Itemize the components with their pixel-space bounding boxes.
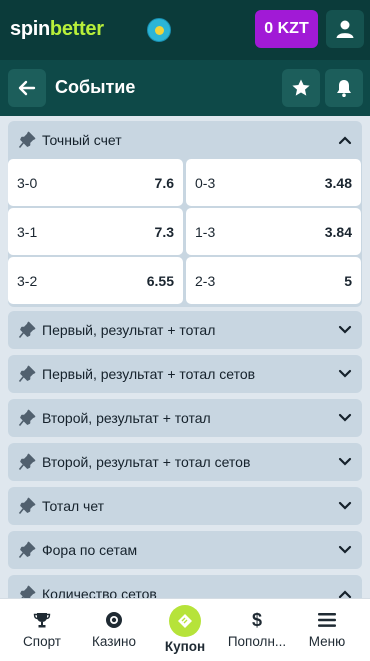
odd-label: 0-3	[195, 174, 216, 191]
chevron-down-icon	[338, 369, 352, 378]
market-collapsed[interactable]: Первый, результат + тотал	[8, 311, 362, 349]
pin-icon[interactable]	[18, 409, 36, 427]
market-collapsed[interactable]: Первый, результат + тотал сетов	[8, 355, 362, 393]
pin-icon[interactable]	[18, 453, 36, 471]
market-title: Количество сетов	[42, 586, 157, 598]
nav-coupon[interactable]: Купон	[160, 599, 210, 661]
nav-label: Спорт	[23, 634, 61, 649]
market-collapsed[interactable]: Тотал чет	[8, 487, 362, 525]
chevron-down-icon	[338, 457, 352, 466]
market-collapsed[interactable]: Второй, результат + тотал	[8, 399, 362, 437]
chevron-up-icon	[338, 590, 352, 598]
nav-deposit[interactable]: $ Пополн...	[218, 599, 296, 661]
back-button[interactable]	[8, 69, 46, 107]
coupon-badge	[169, 605, 201, 637]
pin-icon[interactable]	[18, 131, 36, 149]
odd-label: 3-1	[17, 223, 38, 240]
kazakhstan-flag-icon[interactable]	[147, 18, 171, 42]
pin-icon[interactable]	[18, 585, 36, 598]
nav-casino[interactable]: Казино	[84, 599, 144, 661]
pin-icon[interactable]	[18, 321, 36, 339]
market-title: Второй, результат + тотал	[42, 410, 211, 426]
nav-label: Пополн...	[227, 634, 287, 649]
ticket-icon	[178, 614, 192, 628]
nav-label: Меню	[308, 634, 346, 649]
odd-label: 3-2	[17, 272, 38, 289]
market-title: Точный счет	[42, 132, 122, 148]
market-collapsed[interactable]: Фора по сетам	[8, 531, 362, 569]
market-title: Второй, результат + тотал сетов	[42, 454, 251, 470]
chevron-down-icon	[338, 545, 352, 554]
chevron-up-icon[interactable]	[338, 135, 352, 145]
nav-menu[interactable]: Меню	[302, 599, 352, 661]
chevron-down-icon	[338, 413, 352, 422]
casino-chip-icon	[106, 612, 122, 628]
markets-list[interactable]: Точный счет 3-0 7.6 0-3 3.48 3-1 7.3 1-3…	[0, 116, 370, 598]
favorite-button[interactable]	[282, 69, 320, 107]
trophy-icon	[33, 613, 51, 628]
user-icon	[336, 20, 354, 38]
odd-value: 7.6	[154, 174, 174, 191]
odd-button[interactable]: 0-3 3.48	[186, 159, 361, 206]
market-header[interactable]: Точный счет	[8, 121, 362, 159]
logo-spin-text: spin	[10, 18, 50, 40]
odd-button[interactable]: 1-3 3.84	[186, 208, 361, 255]
bell-icon	[337, 80, 351, 97]
odd-value: 7.3	[154, 223, 174, 240]
odd-value: 3.84	[324, 223, 352, 240]
odd-button[interactable]: 3-2 6.55	[8, 257, 183, 304]
logo-better-text: better	[49, 18, 104, 40]
odd-label: 1-3	[195, 223, 216, 240]
star-icon	[292, 79, 310, 96]
market-title: Фора по сетам	[42, 542, 138, 558]
odd-button[interactable]: 3-1 7.3	[8, 208, 183, 255]
notifications-button[interactable]	[325, 69, 363, 107]
user-button[interactable]	[326, 10, 364, 48]
page-title: Событие	[55, 77, 136, 97]
pin-icon[interactable]	[18, 541, 36, 559]
nav-sport[interactable]: Спорт	[14, 599, 70, 661]
odd-button[interactable]: 3-0 7.6	[8, 159, 183, 206]
odd-label: 2-3	[195, 272, 216, 289]
odd-value: 6.55	[146, 272, 174, 289]
market-title: Первый, результат + тотал	[42, 322, 216, 338]
market-title: Первый, результат + тотал сетов	[42, 366, 256, 382]
odd-value: 3.48	[324, 174, 352, 191]
menu-icon	[318, 613, 336, 627]
chevron-down-icon	[338, 325, 352, 334]
dollar-icon: $	[251, 610, 262, 630]
chevron-down-icon	[338, 501, 352, 510]
event-subheader: Событие	[0, 60, 370, 116]
market-title: Тотал чет	[42, 498, 105, 514]
bottom-nav: Спорт Казино Купон $ Пополн... Меню	[0, 598, 370, 661]
odd-value: 5	[344, 272, 352, 289]
top-bar: spinbetter 0 KZT	[0, 0, 370, 60]
market-collapsed[interactable]: Второй, результат + тотал сетов	[8, 443, 362, 481]
balance-button[interactable]: 0 KZT	[255, 10, 318, 48]
logo[interactable]: spinbetter	[10, 18, 104, 41]
pin-icon[interactable]	[18, 497, 36, 515]
nav-label: Казино	[92, 634, 136, 649]
market-exact-score: Точный счет 3-0 7.6 0-3 3.48 3-1 7.3 1-3…	[8, 121, 362, 307]
odd-button[interactable]: 2-3 5	[186, 257, 361, 304]
market-collapsed[interactable]: Количество сетов	[8, 575, 362, 598]
pin-icon[interactable]	[18, 365, 36, 383]
nav-label: Купон	[164, 639, 206, 654]
arrow-left-icon	[18, 80, 36, 96]
odd-label: 3-0	[17, 174, 38, 191]
